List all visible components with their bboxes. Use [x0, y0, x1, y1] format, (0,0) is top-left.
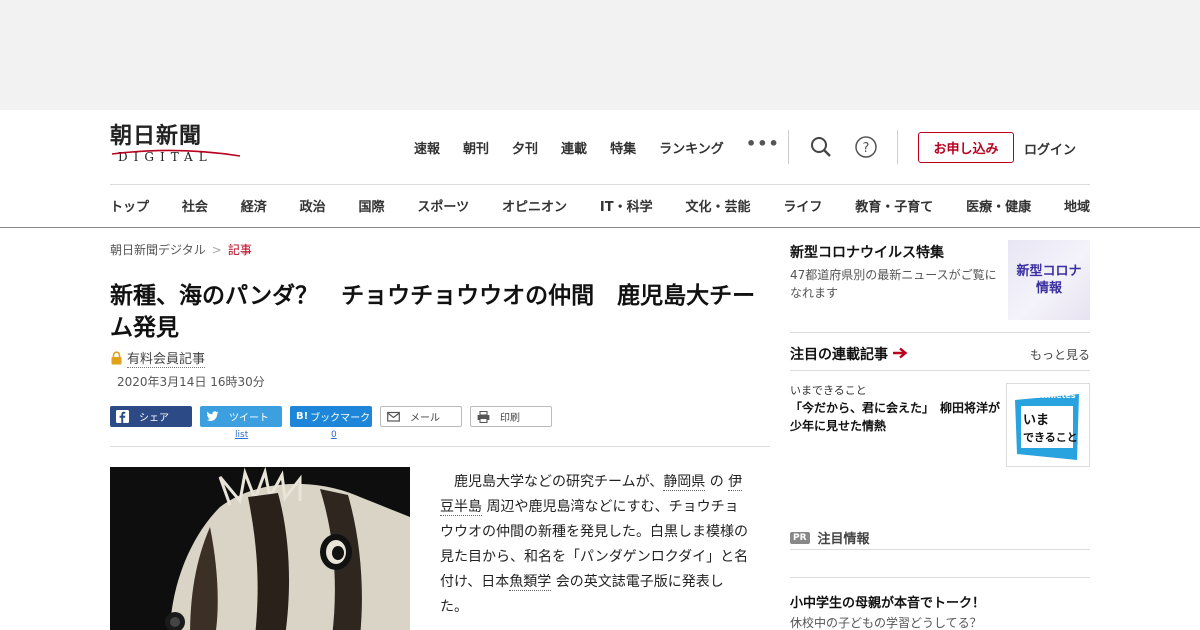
apply-button[interactable]: お申し込み [918, 132, 1014, 163]
topnav-ranking[interactable]: ランキング [659, 138, 724, 157]
article-divider [110, 446, 770, 447]
hatena-bookmark-button[interactable]: B! ブックマーク [290, 406, 372, 427]
lock-icon [111, 351, 122, 365]
link-shizuoka[interactable]: 静岡県 [663, 474, 706, 491]
article-title: 新種、海のパンダ？ チョウチョウウオの仲間 鹿児島大チーム発見 [110, 283, 756, 341]
hatena-bookmark-label: ブックマーク [310, 413, 371, 424]
cat-top[interactable]: トップ [110, 196, 149, 215]
cat-seiji[interactable]: 政治 [300, 196, 326, 215]
facebook-share-label: シェア [139, 413, 169, 424]
article-date: 2020年3月14日 16時30分 [117, 375, 265, 389]
header-divider [788, 130, 789, 164]
breadcrumb-separator: > [211, 243, 222, 257]
logo-swoosh [111, 149, 241, 157]
pr-tag: PR [790, 531, 810, 544]
ad-banner-area [0, 0, 1200, 110]
breadcrumb-current: 記事 [227, 243, 252, 257]
cat-it-kagaku[interactable]: IT・科学 [600, 196, 653, 215]
corona-feature-title[interactable]: 新型コロナウイルス特集 [790, 242, 944, 262]
rensai-category: いまできること [790, 384, 867, 397]
sidebar-divider-3 [790, 549, 1090, 550]
cat-keizai[interactable]: 経済 [241, 196, 267, 215]
hatena-icon: B! [296, 411, 309, 422]
facebook-icon [116, 410, 129, 423]
corona-feature-text[interactable]: 47都道府県別の最新ニュースがご覧になれます [790, 266, 1002, 302]
header-divider-2 [897, 130, 898, 164]
login-link[interactable]: ログイン [1024, 139, 1076, 158]
category-nav: トップ 社会 経済 政治 国際 スポーツ オピニオン IT・科学 文化・芸能 ラ… [110, 196, 1090, 215]
rensai-image-line-1: いま [1023, 413, 1049, 428]
pr-item-subtitle[interactable]: 休校中の子どもの学習どうしてる？ [790, 614, 982, 630]
rensai-image-top-text: The Athletes [1018, 391, 1075, 400]
corona-image-line-1: 新型コロナ [1016, 264, 1082, 279]
cat-chiiki[interactable]: 地域 [1064, 196, 1090, 215]
pr-label: 注目情報 [817, 532, 870, 547]
cat-sports[interactable]: スポーツ [417, 196, 469, 215]
rensai-image-line-2: できること [1023, 431, 1078, 444]
topnav-sokuho[interactable]: 速報 [414, 138, 440, 157]
logo-main-text: 朝日新聞 [110, 123, 203, 149]
article-body: 鹿児島大学などの研究チームが、静岡県 の 伊豆半島 周辺や鹿児島湾などにすむ、チ… [440, 470, 750, 620]
svg-text:?: ? [863, 141, 870, 156]
cat-kokusai[interactable]: 国際 [359, 196, 385, 215]
share-buttons: シェア ツイート B! ブックマーク メール 印刷 [110, 406, 552, 427]
help-icon[interactable]: ? [853, 134, 879, 160]
paid-label-text[interactable]: 有料会員記事 [127, 348, 206, 368]
print-label: 印刷 [500, 413, 520, 424]
rensai-item-image[interactable]: The Athletes いま できること [1006, 383, 1090, 467]
mail-icon [387, 410, 400, 423]
body-text-1: 鹿児島大学などの研究チームが、 [454, 474, 664, 490]
article-photo[interactable] [110, 467, 410, 630]
header-divider-line [110, 184, 1090, 185]
pr-section-header: PR 注目情報 [790, 528, 870, 547]
top-nav: 速報 朝刊 夕刊 連載 特集 ランキング [414, 138, 747, 157]
site-logo[interactable]: 朝日新聞 DIGITAL [110, 124, 242, 170]
cat-bunka[interactable]: 文化・芸能 [685, 196, 750, 215]
cat-kyoiku[interactable]: 教育・子育て [855, 196, 933, 215]
more-menu-button[interactable]: ••• [746, 134, 780, 153]
rensai-title-text: 注目の連載記事 [790, 347, 888, 363]
cat-life[interactable]: ライフ [783, 196, 822, 215]
topnav-tokushu[interactable]: 特集 [610, 138, 636, 157]
facebook-share-button[interactable]: シェア [110, 406, 192, 427]
rensai-section-title[interactable]: 注目の連載記事 [790, 344, 908, 364]
hatena-bookmark-count[interactable]: 0 [331, 430, 337, 440]
link-gyoruigaku[interactable]: 魚類学 [509, 574, 552, 591]
topnav-yukan[interactable]: 夕刊 [512, 138, 538, 157]
topnav-rensai[interactable]: 連載 [561, 138, 587, 157]
butterflyfish-image [110, 467, 410, 630]
sidebar-divider-4 [790, 577, 1090, 578]
topnav-choukan[interactable]: 朝刊 [463, 138, 489, 157]
corona-image-line-2: 情報 [1035, 281, 1062, 296]
body-text-2: の [709, 474, 724, 490]
cat-iryo[interactable]: 医療・健康 [966, 196, 1031, 215]
twitter-share-button[interactable]: ツイート [200, 406, 282, 427]
paid-member-label: 有料会員記事 [110, 348, 206, 368]
arrow-right-icon [892, 347, 908, 361]
twitter-icon [206, 410, 219, 423]
twitter-share-label: ツイート [229, 413, 269, 424]
search-icon[interactable] [808, 134, 834, 160]
corona-feature-image[interactable]: 新型コロナ 情報 [1008, 240, 1090, 320]
pr-item-title[interactable]: 小中学生の母親が本音でトーク！ [790, 592, 985, 611]
mail-share-button[interactable]: メール [380, 406, 462, 427]
print-button[interactable]: 印刷 [470, 406, 552, 427]
sidebar-divider-2 [790, 370, 1090, 371]
cat-shakai[interactable]: 社会 [182, 196, 208, 215]
mail-share-label: メール [410, 413, 440, 424]
breadcrumb-home[interactable]: 朝日新聞デジタル [110, 243, 206, 257]
sidebar-divider [790, 332, 1090, 333]
rensai-item-title[interactable]: 「今だから、君に会えた」 柳田将洋が少年に見せた情熱 [790, 399, 1000, 435]
site-header: 朝日新聞 DIGITAL 速報 朝刊 夕刊 連載 特集 ランキング ••• ? … [0, 110, 1200, 228]
cat-opinion[interactable]: オピニオン [502, 196, 567, 215]
twitter-share-count[interactable]: list [235, 430, 248, 440]
print-icon [477, 410, 490, 423]
rensai-more-link[interactable]: もっと見る [1030, 346, 1090, 363]
breadcrumb: 朝日新聞デジタル > 記事 [110, 241, 252, 258]
